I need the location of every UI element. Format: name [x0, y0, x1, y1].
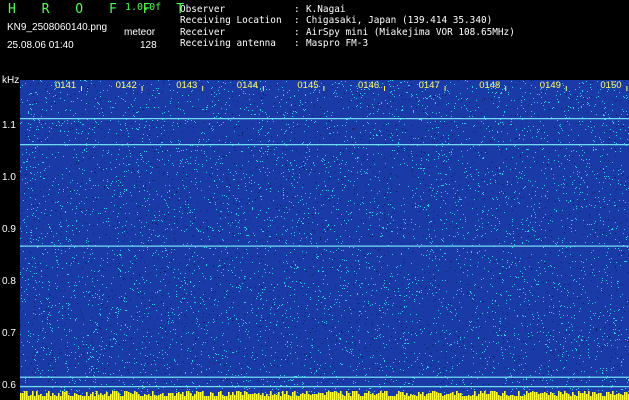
x-tick-mark	[565, 86, 567, 91]
carrier-line	[20, 385, 629, 388]
x-tick-label: 0145	[297, 80, 319, 91]
y-tick-label: 0.8	[2, 275, 16, 287]
x-tick-mark	[81, 86, 82, 91]
info-value-receiver: AirSpy mini (Miakejima VOR 108.65MHz)	[306, 27, 515, 38]
info-value-location: Chigasaki, Japan (139.414 35.340)	[306, 15, 493, 26]
x-tick-mark	[262, 86, 264, 91]
x-tick-mark	[384, 86, 385, 91]
noise-dark-speckles	[20, 80, 629, 400]
x-tick-label: 0142	[115, 80, 137, 91]
info-separator: :	[294, 38, 300, 49]
x-tick-label: 0141	[55, 80, 77, 91]
x-tick-label: 0150	[600, 80, 622, 91]
x-tick-label: 0144	[236, 80, 258, 91]
x-tick-mark	[323, 86, 325, 91]
mode-label: meteor	[124, 27, 156, 38]
y-tick-label: 1.1	[2, 119, 16, 131]
date-time: 25.08.06 01:40	[7, 40, 74, 51]
x-tick-label: 0149	[539, 80, 561, 91]
carrier-line	[20, 376, 629, 378]
info-label-antenna: Receiving antenna	[180, 38, 276, 49]
waterfall-noise-layer	[20, 80, 629, 400]
info-separator: :	[294, 15, 300, 26]
carrier-line	[20, 144, 629, 146]
x-tick-mark	[505, 86, 507, 91]
app-title: H R O F F T	[8, 2, 194, 17]
x-tick-label: 0148	[479, 80, 501, 91]
x-tick-label: 0143	[176, 80, 198, 91]
x-tick-mark	[202, 86, 204, 91]
info-separator: :	[294, 27, 300, 38]
x-tick-mark	[626, 86, 628, 91]
x-tick-mark	[444, 86, 446, 91]
y-tick-label: 0.6	[2, 379, 16, 391]
carrier-line	[20, 117, 629, 120]
y-tick-label: 1.0	[2, 171, 16, 183]
x-tick-label: 0147	[418, 80, 440, 91]
carrier-line	[20, 245, 629, 247]
x-tick-mark	[141, 86, 143, 91]
y-axis-unit: kHz	[2, 75, 20, 86]
info-value-observer: K.Nagai	[306, 4, 346, 15]
info-label-observer: Observer	[180, 4, 226, 15]
count-value: 128	[140, 40, 157, 51]
file-name: KN9_2508060140.png	[7, 22, 108, 33]
info-label-receiver: Receiver	[180, 27, 226, 38]
info-value-antenna: Maspro FM-3	[306, 38, 369, 49]
y-tick-label: 0.9	[2, 223, 16, 235]
app-version: 1.0.0f	[125, 2, 162, 13]
x-tick-label: 0146	[358, 80, 380, 91]
hrofft-window: H R O F F T 1.0.0f KN9_2508060140.png me…	[0, 0, 629, 400]
y-tick-label: 0.7	[2, 327, 16, 339]
info-label-location: Receiving Location	[180, 15, 282, 26]
info-separator: :	[294, 4, 300, 15]
